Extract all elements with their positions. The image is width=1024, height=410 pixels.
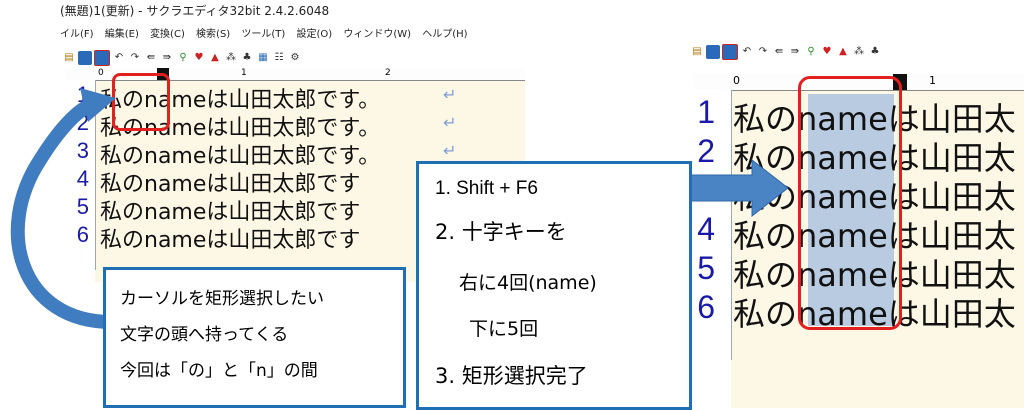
step-1: 1. Shift + F6 (435, 178, 538, 199)
note-line-2: 文字の頭へ持ってくる (120, 325, 289, 345)
curved-arrow-head-icon (80, 88, 116, 122)
note-line-1: カーソルを矩形選択したい (120, 289, 324, 309)
note-line-3: 今回は「の」と「n」の間 (120, 361, 318, 381)
step-2-down: 下に5回 (469, 318, 539, 340)
step-2-right: 右に4回(name) (459, 272, 597, 294)
step-3: 3. 矩形選択完了 (435, 364, 588, 388)
step-2: 2. 十字キーを (435, 220, 567, 244)
note-callout: カーソルを矩形選択したい 文字の頭へ持ってくる 今回は「の」と「n」の間 (103, 267, 406, 408)
steps-callout: 1. Shift + F6 2. 十字キーを 右に4回(name) 下に5回 3… (416, 161, 692, 410)
curved-arrow-icon (10, 97, 113, 329)
